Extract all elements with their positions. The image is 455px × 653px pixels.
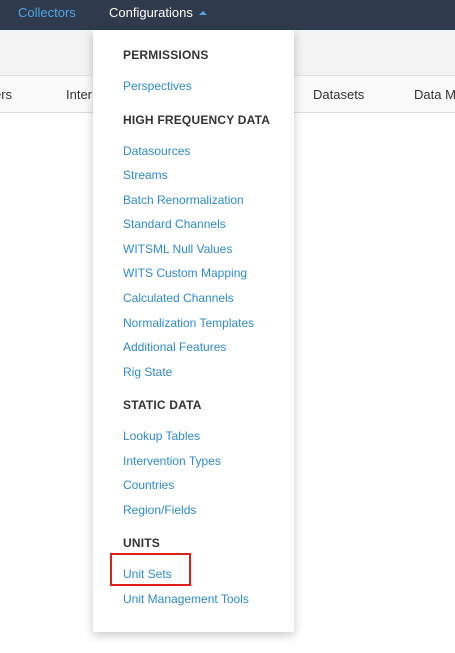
menu-item-batch-renormalization[interactable]: Batch Renormalization [123,193,244,207]
nav-collectors[interactable]: Collectors [18,5,76,21]
section-header-static-data: STATIC DATA [123,398,202,412]
menu-item-perspectives[interactable]: Perspectives [123,79,192,93]
menu-item-lookup-tables[interactable]: Lookup Tables [123,429,200,443]
menu-item-normalization-templates[interactable]: Normalization Templates [123,316,254,330]
menu-item-additional-features[interactable]: Additional Features [123,340,226,354]
section-header-units: UNITS [123,536,160,550]
highlight-box-unit-sets [110,553,191,586]
tab-datasets[interactable]: Datasets [313,87,364,102]
menu-item-intervention-types[interactable]: Intervention Types [123,454,221,468]
menu-item-standard-channels[interactable]: Standard Channels [123,217,226,231]
menu-item-countries[interactable]: Countries [123,478,174,492]
menu-item-streams[interactable]: Streams [123,168,168,182]
section-header-high-frequency-data: HIGH FREQUENCY DATA [123,113,271,127]
menu-item-unit-management-tools[interactable]: Unit Management Tools [123,592,249,606]
tab-partial-left[interactable]: ers [0,87,12,102]
tab-partial-inter[interactable]: Inter [66,87,92,102]
menu-item-calculated-channels[interactable]: Calculated Channels [123,291,234,305]
menu-item-datasources[interactable]: Datasources [123,144,190,158]
menu-item-rig-state[interactable]: Rig State [123,365,172,379]
menu-item-wits-custom-mapping[interactable]: WITS Custom Mapping [123,266,247,280]
tab-data-m[interactable]: Data M [414,87,455,102]
top-navigation-bar: Collectors Configurations [0,0,455,30]
nav-configurations[interactable]: Configurations [109,5,207,21]
menu-item-witsml-null-values[interactable]: WITSML Null Values [123,242,232,256]
menu-item-region-fields[interactable]: Region/Fields [123,503,196,517]
configurations-dropdown-menu: PERMISSIONS Perspectives HIGH FREQUENCY … [93,30,294,632]
caret-up-icon [198,10,207,15]
section-header-permissions: PERMISSIONS [123,48,209,62]
nav-configurations-label: Configurations [109,5,193,20]
